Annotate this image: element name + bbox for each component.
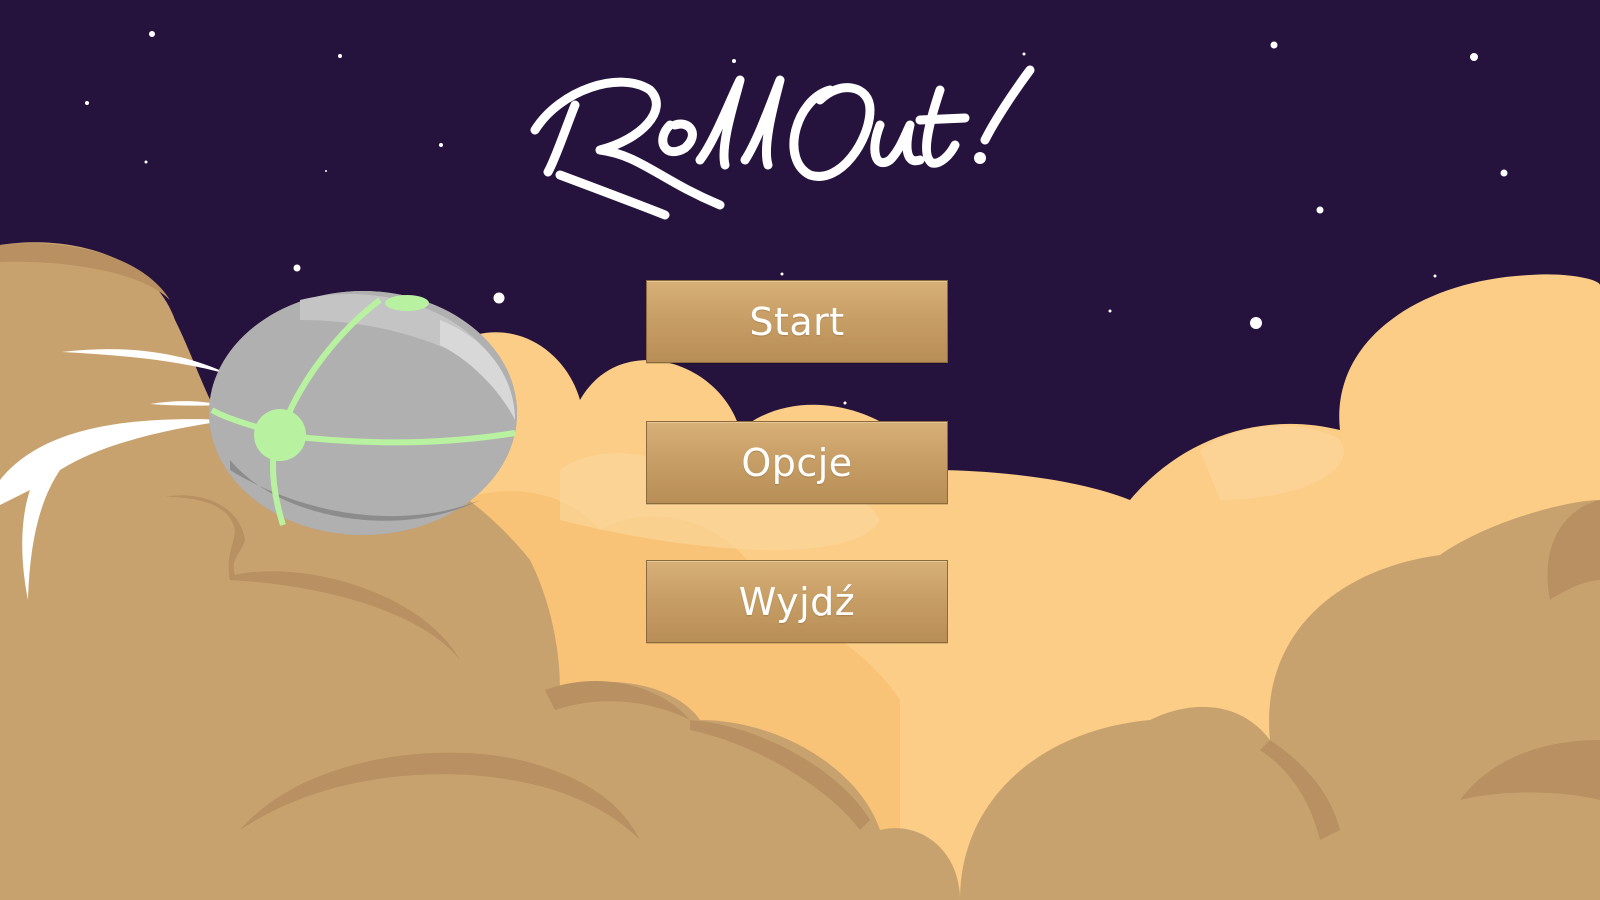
start-button[interactable]: Start bbox=[646, 280, 948, 363]
ball-core-icon bbox=[254, 409, 306, 461]
exit-button-label: Wyjdź bbox=[738, 579, 856, 624]
start-button-label: Start bbox=[749, 299, 845, 344]
rolling-ball bbox=[209, 291, 517, 535]
game-title: RollOut! bbox=[500, 30, 1100, 230]
exit-button[interactable]: Wyjdź bbox=[646, 560, 948, 643]
options-button-label: Opcje bbox=[741, 440, 853, 485]
options-button[interactable]: Opcje bbox=[646, 421, 948, 504]
main-menu-screen: RollOut! bbox=[0, 0, 1600, 900]
game-logo bbox=[530, 65, 1035, 220]
